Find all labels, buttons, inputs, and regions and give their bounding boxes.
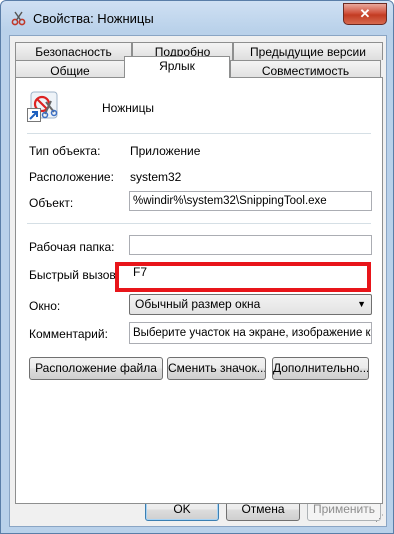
target-type-label: Тип объекта: [29, 144, 101, 158]
start-in-field[interactable] [129, 235, 372, 255]
hotkey-label: Быстрый вызов: [29, 268, 120, 282]
hotkey-highlight-box [115, 262, 371, 292]
comment-label: Комментарий: [29, 327, 108, 341]
change-icon-button[interactable]: Сменить значок... [167, 357, 266, 380]
close-button[interactable]: ✕ [343, 3, 387, 25]
run-select-value: Обычный размер окна [135, 297, 261, 311]
shortcut-name: Ножницы [102, 101, 155, 115]
tab-shortcut[interactable]: Ярлык [124, 56, 230, 78]
start-in-label: Рабочая папка: [29, 240, 115, 254]
window-title: Свойства: Ножницы [33, 11, 154, 26]
scissors-icon [11, 10, 27, 26]
advanced-button[interactable]: Дополнительно... [272, 357, 369, 380]
target-location-value: system32 [130, 170, 182, 184]
run-select[interactable]: Обычный размер окна ▼ [129, 294, 372, 315]
chevron-down-icon: ▼ [357, 299, 366, 309]
target-location-label: Расположение: [29, 170, 114, 184]
run-label: Окно: [29, 299, 61, 313]
title-bar[interactable]: Свойства: Ножницы ✕ [1, 1, 393, 35]
target-label: Объект: [29, 196, 74, 210]
tab-security[interactable]: Безопасность [15, 42, 132, 60]
tab-previous-versions[interactable]: Предыдущие версии [233, 42, 383, 60]
properties-window: Свойства: Ножницы ✕ Безопасность Подробн… [0, 0, 394, 534]
divider [27, 223, 371, 224]
target-type-value: Приложение [130, 144, 201, 158]
shortcut-arrow-icon [27, 108, 41, 122]
comment-field[interactable]: Выберите участок на экране, изображение … [129, 322, 372, 344]
divider [27, 133, 371, 134]
resize-grip-icon[interactable]: ⋰ [375, 513, 384, 524]
target-field[interactable]: %windir%\system32\SnippingTool.exe [129, 191, 372, 211]
open-file-location-button[interactable]: Расположение файла [29, 357, 163, 380]
